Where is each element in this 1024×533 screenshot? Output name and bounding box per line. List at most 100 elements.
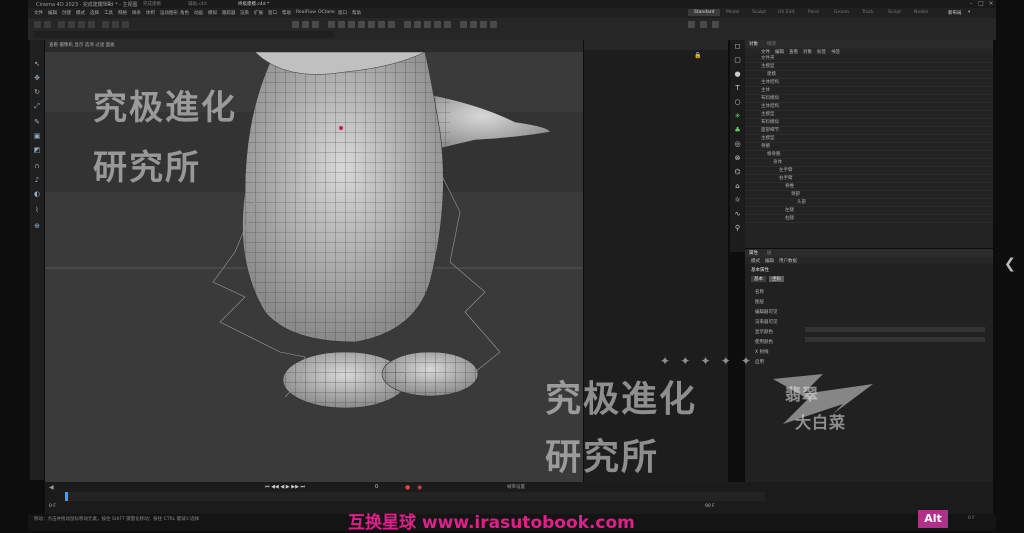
menu-mesh[interactable]: 网格 [118, 10, 127, 16]
mirror-icon[interactable]: ◐ [33, 190, 41, 198]
list-item[interactable]: 主体 [761, 87, 770, 93]
extrude-icon[interactable]: ▣ [33, 132, 41, 140]
list-item[interactable]: 主模型 [761, 111, 775, 117]
undo-icon[interactable] [34, 21, 41, 28]
menu-mode[interactable]: 模式 [76, 10, 85, 16]
minimize-icon[interactable]: – [966, 0, 976, 8]
null-icon[interactable]: ○ [733, 98, 742, 107]
list-item[interactable]: 主体结构 [761, 103, 779, 109]
edge-mode-icon[interactable] [480, 21, 487, 28]
attr-menu-userdata[interactable]: 用户数据 [779, 258, 797, 264]
doc-tab-4[interactable]: 终极建模.c4d * [238, 1, 269, 7]
menu-file[interactable]: 文件 [34, 10, 43, 16]
list-item[interactable]: 头部 [797, 199, 806, 205]
doc-tab-2[interactable]: 完成建模 [143, 1, 161, 7]
maximize-icon[interactable]: □ [976, 0, 986, 8]
list-item[interactable]: 根骨骼 [767, 151, 781, 157]
workplane-icon[interactable] [414, 21, 421, 28]
doc-tab-1[interactable]: 主模型 [98, 1, 112, 7]
panel-lock-icon[interactable]: 🔒 [694, 52, 701, 59]
use-color-field[interactable] [805, 337, 985, 342]
sphere-icon[interactable]: ● [733, 70, 742, 79]
scale-icon[interactable]: ⤢ [33, 102, 41, 110]
menu-help-2[interactable]: 帮助 [352, 10, 361, 16]
magnet-icon[interactable]: ∩ [33, 162, 41, 170]
layout-standard[interactable]: Standard [688, 9, 721, 16]
generator-icon[interactable]: ✳ [733, 112, 742, 121]
redo-icon[interactable] [44, 21, 51, 28]
guide-icon[interactable] [434, 21, 441, 28]
menu-spline[interactable]: 样条 [132, 10, 141, 16]
menu-select[interactable]: 选择 [90, 10, 99, 16]
effector-icon[interactable]: ⊗ [733, 154, 742, 163]
menu-realflow[interactable]: RealFlow [296, 10, 316, 15]
move-icon[interactable]: ✥ [33, 74, 41, 82]
layout-model[interactable]: Model [720, 9, 746, 16]
menu-simulate[interactable]: 模拟 [208, 10, 217, 16]
select-tool-icon[interactable] [58, 21, 65, 28]
tab-basic[interactable]: 基本 [751, 276, 766, 282]
snap-icon[interactable] [404, 21, 411, 28]
deformer-icon[interactable] [368, 21, 375, 28]
light-obj-icon[interactable]: ☼ [733, 196, 742, 205]
doc-tab-3[interactable]: 辅助.c4d [188, 1, 207, 7]
menu-octane[interactable]: OCtane [318, 10, 335, 15]
list-item[interactable]: 身体 [773, 159, 782, 165]
list-item[interactable]: 脊椎 [785, 183, 794, 189]
model-mode-icon[interactable] [460, 21, 467, 28]
list-item[interactable]: 颈部 [791, 191, 800, 197]
light-icon[interactable] [388, 21, 395, 28]
lock-icon[interactable] [444, 21, 451, 28]
menu-window-2[interactable]: 窗口 [338, 10, 347, 16]
rotate-tool-icon[interactable] [88, 21, 95, 28]
record-icon[interactable]: ● [405, 484, 410, 491]
list-item[interactable]: 左腿 [785, 207, 794, 213]
frame-end[interactable]: 90 F [705, 504, 715, 509]
axis-x-icon[interactable] [102, 21, 109, 28]
polygon-mode-icon[interactable] [490, 21, 497, 28]
playback-controls[interactable]: ⏮ ◀◀ ◀ ▶ ▶▶ ⏭ [265, 484, 305, 490]
list-item[interactable]: 布料模拟 [761, 95, 779, 101]
tab-layers[interactable]: 层 [767, 250, 772, 256]
deformer-obj-icon[interactable]: ◎ [733, 140, 742, 149]
menu-help[interactable]: 帮助 [282, 10, 291, 16]
keyframe-prev-icon[interactable]: ◀ [49, 484, 54, 491]
layout-track[interactable]: Track [856, 9, 880, 16]
auto-key-icon[interactable]: ◉ [417, 484, 422, 491]
list-item[interactable]: 主模型 [761, 63, 775, 69]
layout-sculpt[interactable]: Sculpt [746, 9, 772, 16]
knife-icon[interactable]: ✎ [33, 118, 41, 126]
list-item[interactable]: 右手臂 [779, 175, 793, 181]
list-item[interactable]: 右腿 [785, 215, 794, 221]
viewport-menu[interactable]: 查看 摄像机 显示 选项 过滤 面板 [49, 42, 115, 48]
axis-y-icon[interactable] [112, 21, 119, 28]
axis-z-icon[interactable] [122, 21, 129, 28]
symmetry-icon[interactable] [424, 21, 431, 28]
list-item[interactable]: 文件夹 [761, 55, 775, 61]
layout-groom[interactable]: Groom [828, 9, 855, 16]
tab-takes[interactable]: 场次 [767, 41, 776, 47]
list-item[interactable]: 建模 [767, 71, 776, 77]
list-item[interactable]: 主体结构 [761, 79, 779, 85]
menu-render[interactable]: 渲染 [240, 10, 249, 16]
render-view-icon[interactable] [292, 21, 299, 28]
move-tool-icon[interactable] [68, 21, 75, 28]
list-item[interactable]: 主模型 [761, 135, 775, 141]
attr-menu-edit[interactable]: 编辑 [765, 258, 774, 264]
playhead[interactable] [65, 492, 68, 501]
object-icon[interactable]: ◻ [733, 42, 742, 51]
current-frame[interactable]: 0 [375, 484, 378, 490]
camera-icon[interactable] [378, 21, 385, 28]
cloner-obj-icon[interactable]: ♣ [733, 126, 742, 135]
cube-icon[interactable] [328, 21, 335, 28]
spline-obj-icon[interactable]: ∿ [733, 210, 742, 219]
camera-obj-icon[interactable]: ⌂ [733, 182, 742, 191]
brush-icon[interactable]: ♪ [33, 176, 41, 184]
render-settings-icon[interactable] [312, 21, 319, 28]
menu-character[interactable]: 角色 [180, 10, 189, 16]
live-select-icon[interactable]: ↖ [33, 60, 41, 68]
menu-mograph[interactable]: 运动图形 [160, 10, 178, 16]
close-icon[interactable]: × [986, 0, 996, 8]
frame-start[interactable]: 0 F [49, 504, 56, 509]
layout-paint[interactable]: Paint [802, 9, 825, 16]
